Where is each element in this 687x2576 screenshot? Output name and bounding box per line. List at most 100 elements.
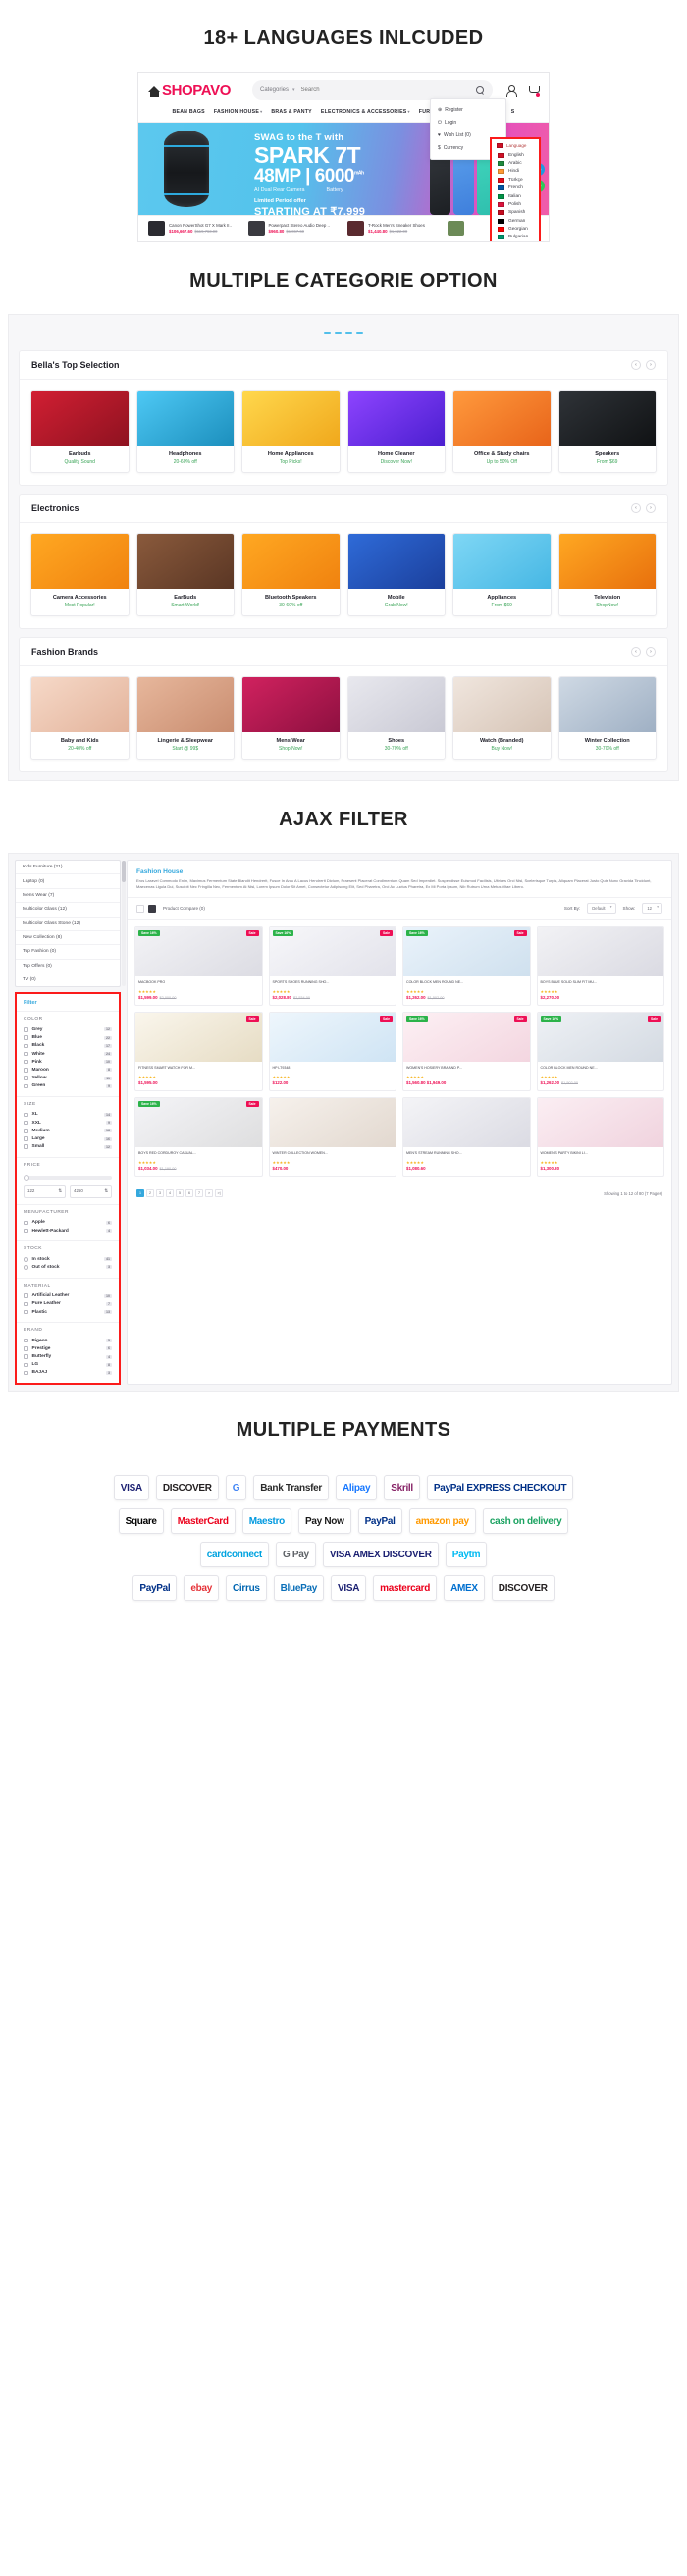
product-title[interactable]: COLOR BLOCK MEN ROUND NE... (538, 1062, 664, 1075)
filter-option[interactable]: XXL 9 (24, 1119, 112, 1127)
checkbox-input[interactable] (24, 1068, 28, 1073)
nav-item-1[interactable]: FASHION HOUSE▾ (214, 109, 262, 115)
slider-handle[interactable] (24, 1174, 29, 1181)
filter-option[interactable]: In stock 41 (24, 1255, 112, 1263)
strip-product[interactable]: Canon PowerShot G7 X Mark II.. $106,667.6… (144, 221, 244, 236)
carousel-dot[interactable] (335, 332, 342, 334)
strip-product[interactable]: Powerpact Stereo Audio Deep .. $960.80 $1,… (244, 221, 344, 236)
chevron-right-icon[interactable]: › (646, 360, 656, 370)
filter-option[interactable]: Black 17 (24, 1042, 112, 1050)
filter-option[interactable]: Out of stock 3 (24, 1263, 112, 1271)
list-view-icon[interactable] (136, 904, 144, 913)
payment-method-logo[interactable]: DISCOVER (155, 1475, 219, 1501)
chevron-right-icon[interactable]: › (646, 503, 656, 513)
pagination-item[interactable]: 7 (195, 1189, 203, 1198)
category-card[interactable]: Baby and Kids 20-40% off (30, 676, 130, 760)
sidebar-scrollbar[interactable] (122, 861, 126, 987)
pagination-item[interactable]: 6 (185, 1189, 193, 1198)
sort-select[interactable]: Default (587, 903, 616, 915)
payment-method-logo[interactable]: MasterCard (170, 1508, 236, 1535)
filter-option[interactable]: White 24 (24, 1050, 112, 1058)
carousel-dot[interactable] (356, 332, 363, 334)
nav-item-6[interactable]: S (511, 109, 515, 115)
payment-method-logo[interactable]: DISCOVER (491, 1575, 555, 1602)
pagination-item[interactable]: >| (215, 1189, 223, 1198)
price-min-input[interactable]: 122 ⇅ (24, 1184, 66, 1198)
carousel-dots[interactable] (9, 315, 678, 342)
checkbox-input[interactable] (24, 1083, 28, 1089)
product-title[interactable]: WINTER COLLECTION WOMEN... (270, 1147, 396, 1160)
payment-method-logo[interactable]: VISA (331, 1575, 367, 1602)
pagination-item[interactable]: > (205, 1189, 213, 1198)
pagination-item[interactable]: 1 (136, 1189, 144, 1198)
checkbox-input[interactable] (24, 1051, 28, 1057)
payment-method-logo[interactable]: Cirrus (225, 1575, 267, 1602)
filter-option[interactable]: Pink 10 (24, 1058, 112, 1066)
language-item[interactable]: English (492, 151, 539, 159)
product-title[interactable]: BOYS RED CORDUROY CASUAL... (135, 1147, 262, 1160)
chevron-left-icon[interactable]: ‹ (631, 360, 641, 370)
product-card[interactable]: Save 16% Sale COLOR BLOCK MEN ROUND NE... ★… (402, 926, 531, 1007)
checkbox-input[interactable] (24, 1309, 28, 1315)
pagination-item[interactable]: 4 (166, 1189, 174, 1198)
language-item[interactable]: German (492, 217, 539, 225)
language-dropdown-panel[interactable]: Language English Arabic Hindi Türkçe French I… (490, 137, 541, 242)
product-card[interactable]: Save 16% Sale BOYS RED CORDUROY CASUAL... ★… (134, 1097, 263, 1178)
carousel-dot[interactable] (345, 332, 352, 334)
payment-method-logo[interactable]: G (225, 1475, 247, 1501)
checkbox-input[interactable] (24, 1370, 28, 1376)
stepper-icon[interactable]: ⇅ (104, 1188, 108, 1194)
category-card[interactable]: Mens Wear Shop Now! (241, 676, 341, 760)
product-title[interactable]: MEN'S STREAM RUNNING SHO... (403, 1147, 530, 1160)
radio-input[interactable] (24, 1265, 28, 1270)
prelist-item[interactable]: TV (0) (16, 973, 120, 986)
filter-option[interactable]: Prestige 6 (24, 1344, 112, 1352)
checkbox-input[interactable] (24, 1293, 28, 1298)
product-title[interactable]: HP LT9348 (270, 1062, 396, 1075)
show-select[interactable]: 12 (642, 903, 662, 915)
category-card[interactable]: Mobile Grab Now! (346, 533, 446, 616)
search-input[interactable] (300, 87, 476, 93)
checkbox-input[interactable] (24, 1112, 28, 1118)
product-title[interactable]: COLOR BLOCK MEN ROUND NE... (403, 976, 530, 989)
filter-option[interactable]: XL 14 (24, 1111, 112, 1119)
account-menu-item[interactable]: ⏻ Login (431, 116, 505, 129)
product-title[interactable]: MACBOOK PRO (135, 976, 262, 989)
payment-method-logo[interactable]: Bank Transfer (253, 1475, 329, 1501)
product-card[interactable]: WOMEN'S PARTY BIKINI LI... ★★★★★ $1,300.80 (536, 1097, 664, 1178)
product-card[interactable]: Save 16% Sale COLOR BLOCK MEN ROUND NE... ★… (536, 1012, 664, 1092)
payment-method-logo[interactable]: PayPal (357, 1508, 402, 1535)
grid-view-icon[interactable] (148, 904, 156, 913)
pagination-numbers[interactable]: 1 2 3 4 5 6 7 > >| (136, 1189, 223, 1198)
language-item[interactable]: Chinese (492, 241, 539, 242)
radio-input[interactable] (24, 1257, 28, 1262)
category-prelist[interactable]: Kids Furniture (21) Laptop (0) Mens Wear (… (15, 860, 126, 988)
brand-logo[interactable]: SHOPAVO (148, 82, 231, 99)
payment-method-logo[interactable]: cash on delivery (482, 1508, 569, 1535)
filter-option[interactable]: Apple 6 (24, 1219, 112, 1227)
prelist-item[interactable]: Kids Furniture (21) (16, 861, 120, 875)
product-card[interactable]: WINTER COLLECTION WOMEN... ★★★★★ $470.00 (268, 1097, 396, 1178)
payment-method-logo[interactable]: Pay Now (297, 1508, 351, 1535)
filter-option[interactable]: Green 9 (24, 1082, 112, 1090)
payment-method-logo[interactable]: PayPal (132, 1575, 178, 1602)
filter-option[interactable]: Medium 18 (24, 1127, 112, 1134)
checkbox-input[interactable] (24, 1301, 28, 1307)
payment-method-logo[interactable]: BluePay (273, 1575, 325, 1602)
category-card[interactable]: Shoes 30-70% off (346, 676, 446, 760)
nav-item-0[interactable]: BEAN BAGS (172, 109, 204, 115)
pagination-item[interactable]: 3 (156, 1189, 164, 1198)
checkbox-input[interactable] (24, 1346, 28, 1351)
prelist-item[interactable]: Top Offers (0) (16, 960, 120, 973)
checkbox-input[interactable] (24, 1136, 28, 1141)
pagination-item[interactable]: 2 (146, 1189, 154, 1198)
payment-method-logo[interactable]: VISA AMEX DISCOVER (322, 1542, 439, 1568)
payment-method-logo[interactable]: G Pay (275, 1542, 316, 1568)
filter-option[interactable]: Pigeon 5 (24, 1337, 112, 1344)
language-item[interactable]: Georgian (492, 225, 539, 233)
checkbox-input[interactable] (24, 1129, 28, 1133)
category-card[interactable]: Watch (Branded) Buy Now! (452, 676, 552, 760)
checkbox-input[interactable] (24, 1144, 28, 1149)
search-categories-select[interactable]: Categories (260, 87, 289, 93)
category-card[interactable]: Earbuds Quality Sound (30, 390, 130, 473)
